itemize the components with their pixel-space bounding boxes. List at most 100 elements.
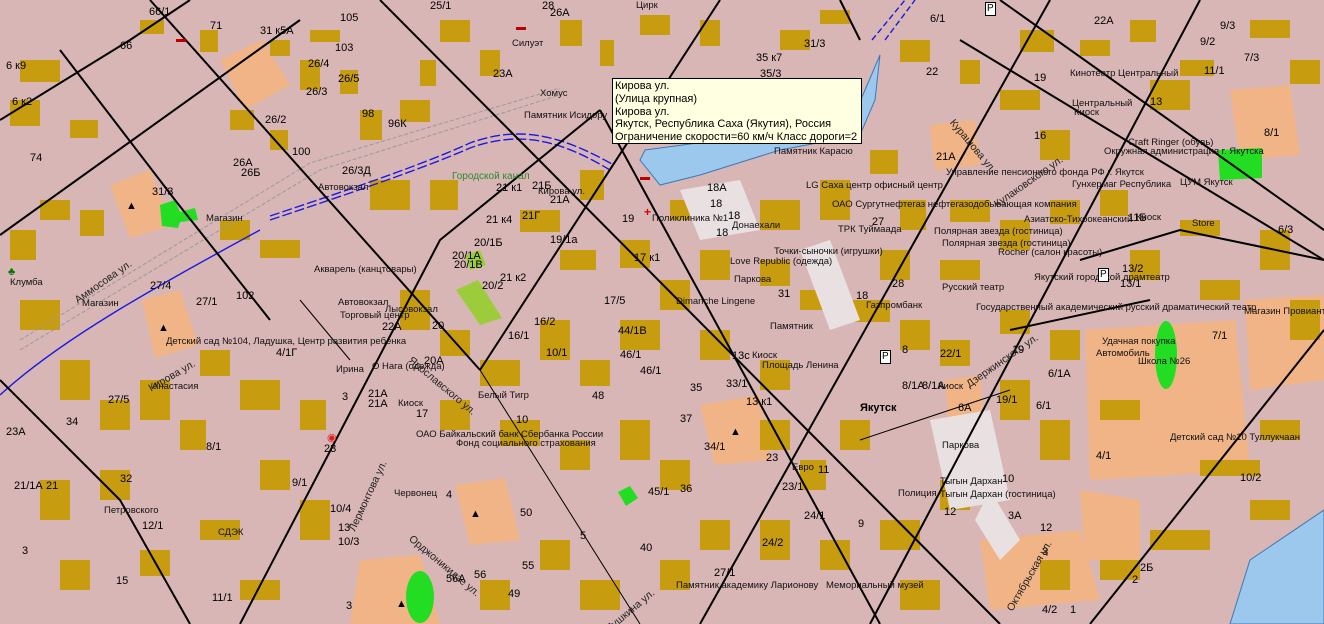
map-label: Детский сад №10 Туллукчаан <box>1170 432 1300 443</box>
map-label: 26/2 <box>265 114 287 126</box>
map-label: Памятник Карасю <box>774 146 853 157</box>
map-label: 27/4 <box>150 280 172 292</box>
map-label: 11/1 <box>212 592 233 604</box>
map-label: 2Б <box>1140 562 1154 574</box>
map-label: 20 <box>432 320 445 332</box>
map-label: 12/1 <box>142 520 164 532</box>
bus-stop-icon[interactable]: ▬ <box>176 34 186 46</box>
map-label: 17 к1 <box>634 252 661 264</box>
map-label: 26/3 <box>306 86 328 98</box>
map-label: 19 <box>1034 72 1047 84</box>
map-canvas[interactable]: 66/1 71 31 к5А 105 25/1 28 26А Цирк 6 к9… <box>0 0 1324 624</box>
map-label: 7/1 <box>1212 330 1228 342</box>
map-label: 98 <box>362 108 375 120</box>
map-label: 24/2 <box>762 537 784 549</box>
map-label: 25/1 <box>430 0 452 12</box>
map-label: 3 <box>342 391 349 403</box>
map-label: Площадь Ленина <box>762 360 839 371</box>
tree-icon: ▲ <box>470 508 481 520</box>
map-label: 12 <box>944 506 957 518</box>
map-label: Окружная администрация г. Якутска <box>1104 146 1264 157</box>
map-label: Магазин <box>206 213 243 224</box>
tooltip-line-name: Кирова ул. <box>615 80 670 92</box>
map-label: 96К <box>388 118 407 130</box>
map-label: Памятник <box>770 321 813 332</box>
map-label: 21Г <box>522 210 541 222</box>
map-label: 10/1 <box>546 347 568 359</box>
parking-icon[interactable]: P <box>880 350 891 364</box>
map-label: LG Саха центр офисный центр <box>806 180 943 191</box>
map-label: Киоск <box>1074 107 1100 118</box>
map-label: 3 <box>22 545 29 557</box>
marker-icon[interactable]: ◉ <box>327 432 337 444</box>
parking-icon[interactable]: P <box>1098 268 1109 282</box>
map-label: 56 <box>474 569 487 581</box>
map-label: 49 <box>508 588 521 600</box>
map-label: 45/1 <box>648 486 670 498</box>
map-label: 32 <box>120 473 133 485</box>
map-label: Клумба <box>10 277 43 288</box>
map-label: 21 <box>46 480 59 492</box>
map-label: 13 <box>1150 96 1163 108</box>
map-label: 35 к7 <box>756 52 783 64</box>
map-label: Цирк <box>636 0 658 11</box>
tree-icon: ♣ <box>8 266 16 278</box>
map-label: Памятник Исидору <box>524 110 608 121</box>
map-label: Мемориальный музей <box>826 580 924 591</box>
map-label: 34 <box>66 416 79 428</box>
map-label: Полиция <box>898 488 937 499</box>
hospital-icon[interactable]: + <box>644 206 651 218</box>
map-label: Белый Тигр <box>478 390 529 401</box>
map-label: 34/1 <box>704 441 726 453</box>
map-label: Dimanche Lingene <box>676 296 756 307</box>
map-label: 19 <box>622 213 635 225</box>
map-label: 17 <box>416 408 429 420</box>
map-label: 11/1 <box>1204 65 1225 77</box>
map-label: 20/1Б <box>474 237 503 249</box>
map-label: 16/2 <box>534 316 556 328</box>
map-label: Акварель (канцтовары) <box>314 264 417 275</box>
map-label: 44/1В <box>618 325 647 337</box>
map-label: 21/1А <box>14 480 43 492</box>
map-label: 13 к1 <box>746 396 773 408</box>
map-label: 26/3Д <box>342 165 371 177</box>
parking-icon[interactable]: P <box>985 2 996 16</box>
map-label: 21А <box>936 151 956 163</box>
map-label: 3 <box>346 600 353 612</box>
map-label: 21А <box>368 398 388 410</box>
map-label: 13/1 <box>1120 278 1142 290</box>
map-label: 4/1Г <box>276 347 298 359</box>
map-label: 21 к4 <box>486 214 513 226</box>
map-label: 23 <box>766 452 779 464</box>
map-label: 103 <box>335 42 354 54</box>
map-label: 26/5 <box>338 73 360 85</box>
map-label: 22А <box>1094 15 1114 27</box>
map-label: 18 <box>710 198 723 210</box>
map-label: Школа №26 <box>1138 356 1191 367</box>
map-label: ЦУМ Якутск <box>1180 177 1233 188</box>
map-label: 36 <box>680 483 693 495</box>
tree-icon: ▲ <box>396 598 407 610</box>
map-label: 28 <box>892 278 905 290</box>
map-label: 19/1а <box>550 234 578 246</box>
map-label: 50 <box>520 507 533 519</box>
map-label: 24/1 <box>804 510 826 522</box>
map-label: 20/1В <box>454 259 483 271</box>
map-label: 8/1 <box>206 441 222 453</box>
map-label: Магазин Провиант <box>1244 306 1324 317</box>
map-label: Паркова <box>942 440 980 451</box>
map-label: Love Republic (одежда) <box>730 256 833 267</box>
bus-stop-icon[interactable]: ▬ <box>516 22 526 34</box>
map-label: 18А <box>707 182 727 194</box>
map-label: ТРК Туймаада <box>838 224 902 235</box>
map-label: Паркова <box>734 274 772 285</box>
map-label: Памятник академику Ларионову <box>676 580 819 591</box>
map-label: 13/2 <box>1122 263 1144 275</box>
map-label: 17/5 <box>604 295 626 307</box>
bus-stop-icon[interactable]: ▬ <box>640 172 650 184</box>
map-label: 66/1 <box>149 6 171 18</box>
map-label: Русский театр <box>942 282 1005 293</box>
map-label: 26А <box>550 7 570 19</box>
map-label: 6 к2 <box>12 96 33 108</box>
map-label: Поликлиника №1 <box>652 213 729 224</box>
